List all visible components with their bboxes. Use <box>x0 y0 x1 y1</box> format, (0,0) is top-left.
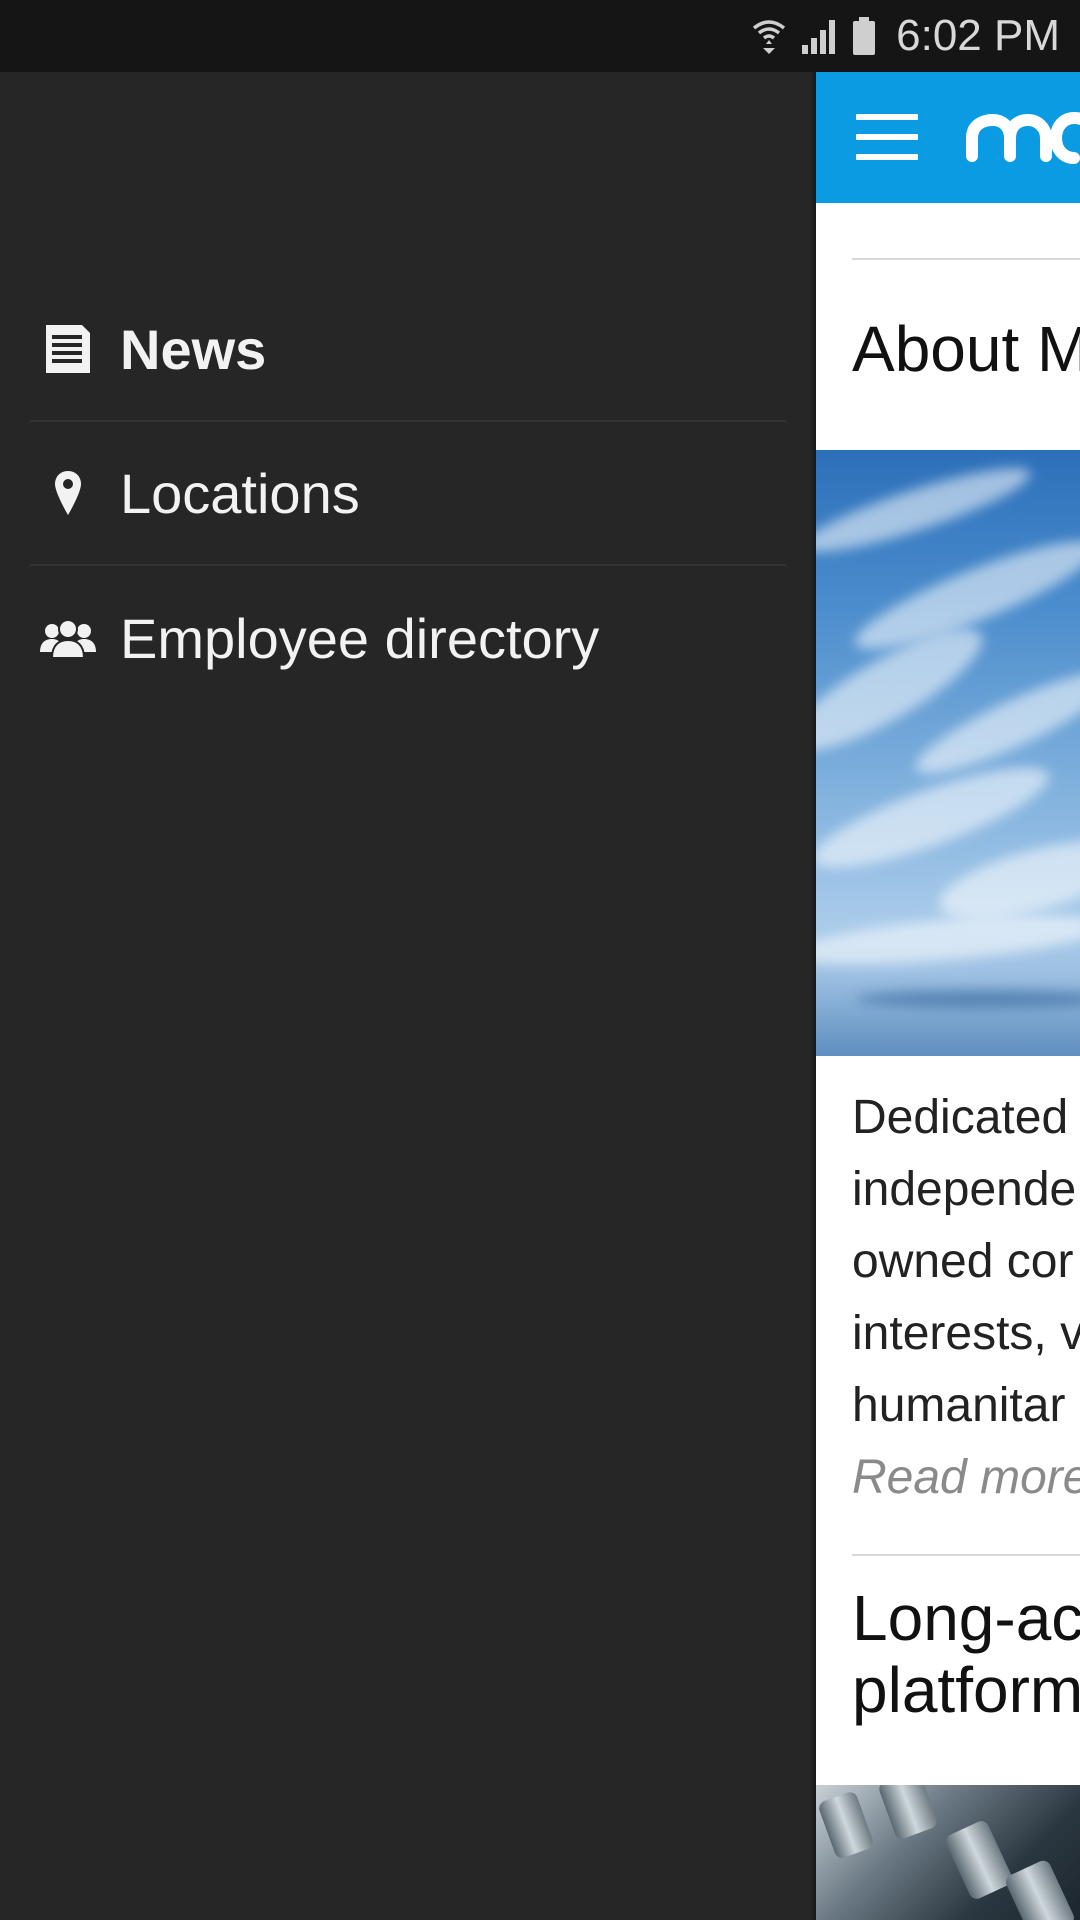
excerpt-line: Dedicated <box>852 1091 1069 1144</box>
drawer-item-label: Locations <box>120 461 360 525</box>
drawer-item-label: News <box>120 317 267 381</box>
news-icon <box>36 317 100 381</box>
divider <box>852 258 1080 260</box>
excerpt-line: interests, v <box>852 1307 1080 1360</box>
navigation-drawer: News Locations Employee directory <box>0 72 816 1920</box>
article-title-line: Long-ac <box>852 1582 1080 1654</box>
people-icon <box>36 606 100 670</box>
signal-icon <box>802 20 836 54</box>
drawer-item-label: Employee directory <box>120 606 600 670</box>
drawer-item-locations[interactable]: Locations <box>30 422 786 566</box>
status-icons: 6:02 PM <box>752 0 1060 72</box>
article-thumbnail-image[interactable] <box>816 1785 1080 1920</box>
article-title[interactable]: About M <box>852 312 1080 386</box>
battery-icon <box>853 17 876 55</box>
article-hero-image[interactable] <box>816 450 1080 1056</box>
drawer-item-employee-directory[interactable]: Employee directory <box>30 566 786 710</box>
divider <box>852 1554 1080 1556</box>
article-title[interactable]: Long-ac platform <box>852 1582 1080 1726</box>
status-bar: 6:02 PM <box>0 0 1080 72</box>
app-bar <box>816 72 1080 203</box>
brand-logo <box>966 111 1080 164</box>
status-time: 6:02 PM <box>896 11 1060 60</box>
wifi-icon <box>753 20 786 54</box>
drawer-item-news[interactable]: News <box>30 278 786 422</box>
excerpt-line: independe <box>852 1163 1077 1216</box>
excerpt-line: owned cor <box>852 1235 1074 1288</box>
read-more-link[interactable]: Read more <box>852 1442 1080 1514</box>
main-content[interactable]: About M Dedicated independe owned cor in… <box>816 72 1080 1920</box>
article-title-line: platform <box>852 1654 1080 1726</box>
article-excerpt: Dedicated independe owned cor interests,… <box>852 1082 1080 1514</box>
hamburger-menu-icon[interactable] <box>856 114 918 160</box>
drawer-list: News Locations Employee directory <box>30 278 786 710</box>
excerpt-line: humanitar <box>852 1379 1066 1432</box>
location-pin-icon <box>36 461 100 525</box>
